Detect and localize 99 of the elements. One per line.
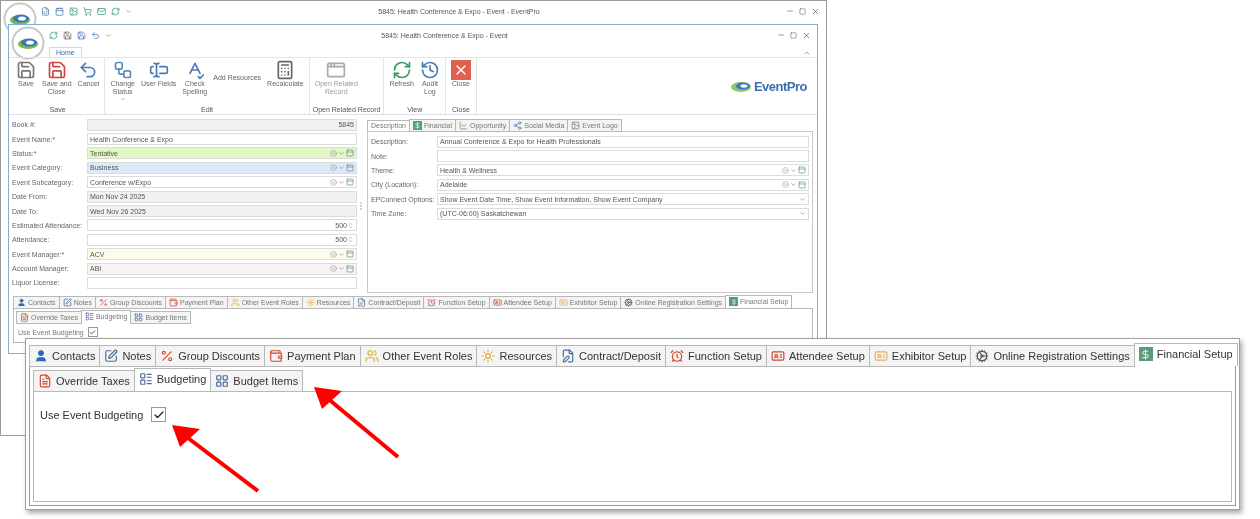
- calendar-icon[interactable]: [55, 6, 64, 16]
- image-icon: [571, 121, 581, 130]
- tab[interactable]: Financial Setup: [1133, 343, 1238, 366]
- table-icon: [134, 313, 144, 322]
- checkbox[interactable]: [87, 327, 98, 337]
- id-card-icon: [492, 298, 502, 307]
- window-icon[interactable]: [346, 250, 354, 259]
- wallet-icon: [169, 298, 179, 307]
- picture-icon[interactable]: [69, 6, 78, 16]
- input-field[interactable]: [87, 277, 357, 289]
- logo-icon: [729, 79, 752, 93]
- percent-icon: [98, 298, 108, 307]
- gears-icon: [624, 298, 634, 307]
- tab[interactable]: Payment Plan: [264, 345, 361, 367]
- tab[interactable]: Notes: [99, 345, 157, 367]
- save-icon[interactable]: [77, 30, 86, 40]
- people-icon: [364, 349, 379, 363]
- gears-icon: [975, 349, 990, 363]
- workflow-icon: [112, 60, 133, 80]
- cart-icon[interactable]: [83, 6, 92, 16]
- window-icon: [326, 60, 347, 80]
- tab[interactable]: Exhibitor Setup: [868, 345, 972, 367]
- tab[interactable]: Group Discounts: [155, 345, 266, 367]
- id-card-icon: [873, 349, 888, 363]
- window-icon[interactable]: [346, 178, 354, 187]
- clock-icon: [427, 298, 437, 307]
- collapse-icon[interactable]: [803, 49, 811, 57]
- refresh-icon: [391, 60, 412, 80]
- tab[interactable]: Contract/Deposit: [556, 345, 666, 367]
- clear-icon[interactable]: [330, 265, 337, 273]
- clear-icon[interactable]: [330, 164, 337, 172]
- percent-icon: [160, 349, 175, 363]
- window-icon[interactable]: [346, 163, 354, 172]
- save-icon[interactable]: [63, 30, 72, 40]
- checkbox-label: Use Event Budgeting: [40, 408, 144, 421]
- input-field[interactable]: [437, 150, 809, 163]
- table-icon: [215, 374, 230, 388]
- window-icon[interactable]: [346, 264, 354, 273]
- dollar-icon: [729, 297, 739, 306]
- list-icon: [138, 372, 153, 386]
- tab[interactable]: Resources: [476, 345, 558, 367]
- tab[interactable]: Other Event Roles: [359, 345, 478, 367]
- checkbox[interactable]: [151, 407, 167, 422]
- tax-document-icon: [38, 374, 52, 388]
- caret-icon[interactable]: [119, 96, 126, 102]
- close-icon: [450, 60, 471, 80]
- spinner-icon[interactable]: [347, 236, 354, 244]
- note-icon: [62, 298, 72, 307]
- people-icon: [230, 298, 240, 307]
- id-card-icon: [558, 298, 568, 307]
- clear-icon[interactable]: [782, 166, 789, 174]
- window-icon[interactable]: [798, 166, 806, 175]
- history-icon: [419, 60, 440, 80]
- list-icon: [84, 312, 94, 321]
- window-icon[interactable]: [346, 149, 354, 158]
- close-icon[interactable]: [802, 30, 811, 40]
- maximize-icon[interactable]: [790, 31, 797, 39]
- clear-icon[interactable]: [330, 149, 337, 157]
- note-icon: [104, 349, 119, 363]
- spinner-icon[interactable]: [347, 221, 354, 229]
- refresh-icon[interactable]: [49, 30, 58, 40]
- document-icon[interactable]: [41, 6, 50, 16]
- chart-icon: [459, 121, 469, 130]
- tab[interactable]: Contacts: [29, 345, 101, 367]
- id-card-icon: [771, 349, 785, 363]
- calculator-icon: [275, 60, 296, 80]
- tab[interactable]: Function Setup: [665, 345, 767, 367]
- share-icon: [513, 121, 523, 130]
- dollar-icon: [1138, 347, 1153, 361]
- brand-name: EventPro: [753, 78, 807, 94]
- tab[interactable]: Budget Items: [210, 370, 304, 392]
- tab[interactable]: Online Registration Settings: [970, 345, 1135, 367]
- text-field-icon: [148, 60, 169, 80]
- clear-icon[interactable]: [330, 178, 337, 186]
- checkmark-icon: [89, 328, 97, 336]
- refresh-icon[interactable]: [111, 6, 120, 16]
- tab[interactable]: Attendee Setup: [766, 345, 870, 367]
- undo-icon[interactable]: [91, 30, 100, 40]
- caret-icon[interactable]: [105, 31, 112, 39]
- tax-document-icon: [20, 313, 29, 322]
- save-icon: [16, 60, 36, 80]
- clock-icon: [670, 349, 684, 363]
- person-icon: [34, 349, 48, 363]
- clear-icon[interactable]: [782, 181, 789, 189]
- minimize-icon[interactable]: [777, 31, 785, 39]
- person-icon: [17, 298, 26, 307]
- caret-icon[interactable]: [125, 7, 132, 15]
- wallet-icon: [269, 349, 284, 363]
- window-icon[interactable]: [798, 180, 806, 189]
- clear-icon[interactable]: [330, 250, 337, 258]
- document-edit-icon: [561, 349, 576, 363]
- tab[interactable]: Override Taxes: [33, 370, 135, 392]
- minimize-icon[interactable]: [786, 7, 794, 15]
- mail-icon[interactable]: [97, 6, 106, 16]
- close-icon[interactable]: [811, 6, 820, 16]
- save-close-icon: [46, 60, 67, 80]
- document-edit-icon: [357, 298, 367, 307]
- dollar-icon: [413, 121, 422, 130]
- maximize-icon[interactable]: [799, 7, 806, 15]
